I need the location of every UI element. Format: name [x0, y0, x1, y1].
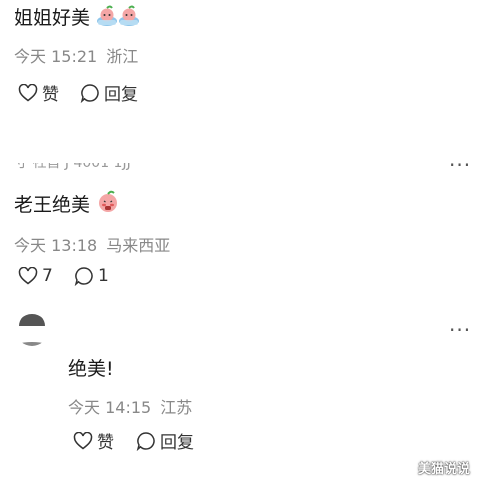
like-label: 赞: [42, 85, 59, 105]
comment-time: 今天 14:15: [68, 398, 152, 417]
heart-icon: [18, 83, 38, 101]
reply-button[interactable]: 回复: [80, 80, 138, 105]
like-button[interactable]: 赞: [73, 428, 114, 453]
comment-text: 绝美!: [68, 358, 114, 380]
like-button[interactable]: 赞: [18, 80, 59, 105]
comment-location: 江苏: [160, 398, 193, 417]
heart-icon: [18, 267, 38, 285]
username-partial: 寸 社首 J 4001 1JJ: [14, 163, 131, 171]
like-count: 7: [42, 266, 53, 286]
peach-bath-emoji-icon: [119, 5, 140, 26]
reply-button[interactable]: 回复: [136, 428, 194, 453]
comment-time: 今天 15:21: [14, 47, 98, 66]
comment-text: 姐姐好美: [14, 3, 140, 30]
like-label: 赞: [97, 433, 114, 453]
comment-location: 浙江: [106, 47, 139, 66]
watermark: 美猫说说: [418, 462, 471, 477]
reply-label: 回复: [104, 85, 138, 105]
comment-text: 老王绝美: [14, 190, 120, 217]
comment-time: 今天 13:18: [14, 236, 98, 255]
comment-bubble-icon: [136, 431, 155, 451]
reply-count: 1: [98, 266, 109, 286]
more-options-button[interactable]: ···: [449, 153, 471, 177]
reply-button[interactable]: 1: [74, 266, 109, 286]
more-options-button[interactable]: ···: [449, 318, 471, 342]
comment-meta: 今天 14:15 江苏: [68, 394, 192, 418]
avatar[interactable]: [16, 314, 48, 346]
peach-bath-emoji-icon: [97, 5, 118, 26]
reply-label: 回复: [160, 433, 194, 453]
comment-meta: 今天 15:21 浙江: [14, 43, 138, 67]
comment-bubble-icon: [80, 83, 99, 103]
comment-location: 马来西亚: [106, 236, 171, 255]
like-button[interactable]: 7: [18, 266, 53, 286]
peach-blush-emoji-icon: [99, 190, 118, 212]
comment-bubble-icon: [74, 267, 93, 286]
comment-meta: 今天 13:18 马来西亚: [14, 232, 170, 256]
heart-icon: [73, 431, 93, 449]
avatar-image-icon: [16, 314, 48, 346]
